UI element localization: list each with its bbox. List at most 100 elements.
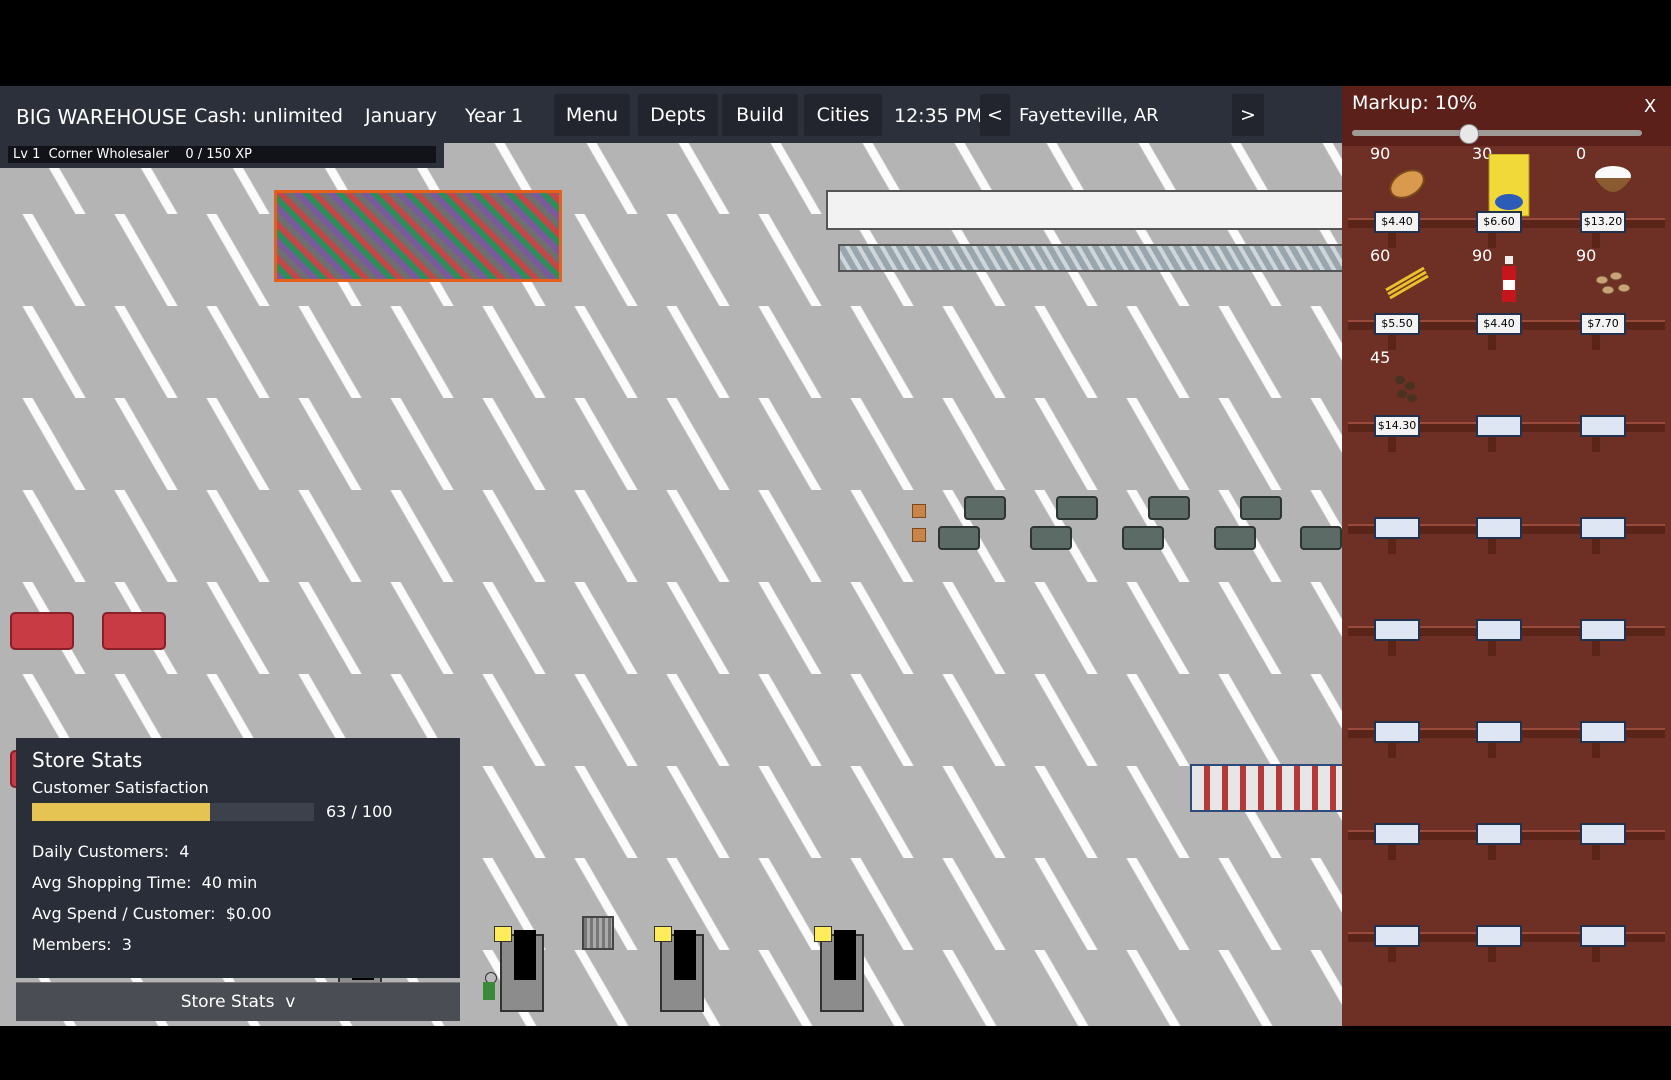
cafe-table <box>964 496 1006 520</box>
next-city-button[interactable]: > <box>1232 94 1264 136</box>
stock-slot[interactable]: 30 $6.60 <box>1460 144 1556 238</box>
shelf-row <box>1348 556 1665 656</box>
empty-price-tag[interactable] <box>1476 721 1522 743</box>
empty-price-tag[interactable] <box>1580 517 1626 539</box>
menu-button[interactable]: Menu <box>554 94 630 136</box>
checkout-register[interactable] <box>494 926 544 1012</box>
bread-icon <box>1382 154 1432 204</box>
produce-crate-rack[interactable] <box>274 190 562 282</box>
red-sofa <box>10 612 74 650</box>
stock-slot[interactable]: 0 $13.20 <box>1564 144 1660 238</box>
meat-display-cooler[interactable] <box>1190 764 1346 812</box>
cereal-box-icon <box>1484 153 1534 217</box>
price-tag[interactable]: $7.70 <box>1580 313 1626 335</box>
xp-progress: Lv 1 Corner Wholesaler 0 / 150 XP <box>8 146 436 163</box>
cafe-table <box>1240 496 1282 520</box>
shopping-cart <box>582 916 614 950</box>
empty-price-tag[interactable] <box>1580 823 1626 845</box>
cash-display: Cash: unlimited <box>194 105 343 127</box>
empty-price-tag[interactable] <box>1476 517 1522 539</box>
price-tag[interactable]: $4.40 <box>1374 211 1420 233</box>
empty-price-tag[interactable] <box>1580 415 1626 437</box>
top-bar: BIG WAREHOUSE Cash: unlimited January Ye… <box>0 86 1342 143</box>
shelf-row <box>1348 862 1665 962</box>
cafe-table <box>1122 526 1164 550</box>
members-count: Members: 3 <box>32 935 132 954</box>
empty-price-tag[interactable] <box>1476 415 1522 437</box>
price-tag[interactable]: $5.50 <box>1374 313 1420 335</box>
price-tag[interactable]: $14.30 <box>1374 415 1420 437</box>
satisfaction-bar <box>32 803 314 821</box>
checkout-register[interactable] <box>814 926 864 1012</box>
empty-price-tag[interactable] <box>1476 925 1522 947</box>
stock-slot[interactable]: 90 $7.70 <box>1564 246 1660 340</box>
city-name: Fayetteville, AR <box>1019 105 1159 126</box>
markup-slider[interactable] <box>1352 124 1642 144</box>
empty-price-tag[interactable] <box>1374 517 1420 539</box>
satisfaction-fill <box>32 803 210 821</box>
daily-customers: Daily Customers: 4 <box>32 842 190 861</box>
markup-slider-knob[interactable] <box>1459 124 1479 144</box>
coffee-beans-icon <box>1382 358 1432 408</box>
refrigerator-top[interactable] <box>826 190 1346 230</box>
clock-display: 12:35 PM <box>894 105 983 127</box>
red-sofa <box>102 612 166 650</box>
stock-slot[interactable]: 60 $5.50 <box>1358 246 1454 340</box>
shelf-row <box>1348 658 1665 758</box>
rice-bowl-icon <box>1588 154 1638 204</box>
month-display: January <box>365 105 438 127</box>
store-stats-panel: Store Stats Customer Satisfaction 63 / 1… <box>16 738 460 978</box>
empty-price-tag[interactable] <box>1580 619 1626 641</box>
shelf-row <box>1348 760 1665 860</box>
stock-slot[interactable]: 90 $4.40 <box>1460 246 1556 340</box>
stock-slot[interactable]: 45 $14.30 <box>1358 348 1454 442</box>
shelf-row <box>1348 964 1665 1026</box>
stock-slot[interactable]: 90 $4.40 <box>1358 144 1454 238</box>
cafe-table <box>938 526 980 550</box>
cafe-table <box>1148 496 1190 520</box>
cafe-table <box>1214 526 1256 550</box>
avg-spend: Avg Spend / Customer: $0.00 <box>32 904 272 923</box>
cafe-chair <box>912 504 926 518</box>
year-display: Year 1 <box>465 105 524 127</box>
refrigerator-glass-front[interactable] <box>838 244 1346 272</box>
empty-price-tag[interactable] <box>1374 823 1420 845</box>
avg-shopping-time: Avg Shopping Time: 40 min <box>32 873 258 892</box>
game-viewport: BIG WAREHOUSE Cash: unlimited January Ye… <box>0 86 1671 1026</box>
panel-header: Markup: 10% X <box>1342 86 1671 146</box>
beans-icon <box>1588 256 1638 306</box>
pasta-icon <box>1382 256 1432 306</box>
cafe-table <box>1056 496 1098 520</box>
empty-price-tag[interactable] <box>1476 619 1522 641</box>
close-button[interactable]: X <box>1634 90 1666 122</box>
satisfaction-value: 63 / 100 <box>326 802 393 821</box>
cities-button[interactable]: Cities <box>804 94 882 136</box>
empty-price-tag[interactable] <box>1476 823 1522 845</box>
build-button[interactable]: Build <box>722 94 798 136</box>
empty-price-tag[interactable] <box>1374 619 1420 641</box>
empty-price-tag[interactable] <box>1580 721 1626 743</box>
cafe-table <box>1030 526 1072 550</box>
markup-label: Markup: 10% <box>1352 92 1478 114</box>
stock-quantity: 0 <box>1576 144 1587 163</box>
store-name: BIG WAREHOUSE <box>16 105 188 129</box>
empty-price-tag[interactable] <box>1374 925 1420 947</box>
price-tag[interactable]: $6.60 <box>1476 211 1522 233</box>
store-stats-title: Store Stats <box>32 748 143 772</box>
department-stock-panel: Markup: 10% X 90 $4.40 30 $6.60 0 $13.20 60 $5.… <box>1342 86 1671 1026</box>
prev-city-button[interactable]: < <box>980 94 1010 136</box>
cafe-table <box>1300 526 1342 550</box>
shelf-row <box>1348 454 1665 554</box>
satisfaction-label: Customer Satisfaction <box>32 778 209 797</box>
checkout-register[interactable] <box>654 926 704 1012</box>
cafe-chair <box>912 528 926 542</box>
level-bar: Lv 1 Corner Wholesaler 0 / 150 XP <box>0 143 444 168</box>
price-tag[interactable]: $4.40 <box>1476 313 1522 335</box>
customer-sprite <box>482 972 497 1008</box>
store-stats-toggle-button[interactable]: Store Stats v <box>16 982 460 1021</box>
empty-price-tag[interactable] <box>1374 721 1420 743</box>
ketchup-bottle-icon <box>1484 256 1534 306</box>
depts-button[interactable]: Depts <box>638 94 718 136</box>
price-tag[interactable]: $13.20 <box>1580 211 1626 233</box>
empty-price-tag[interactable] <box>1580 925 1626 947</box>
